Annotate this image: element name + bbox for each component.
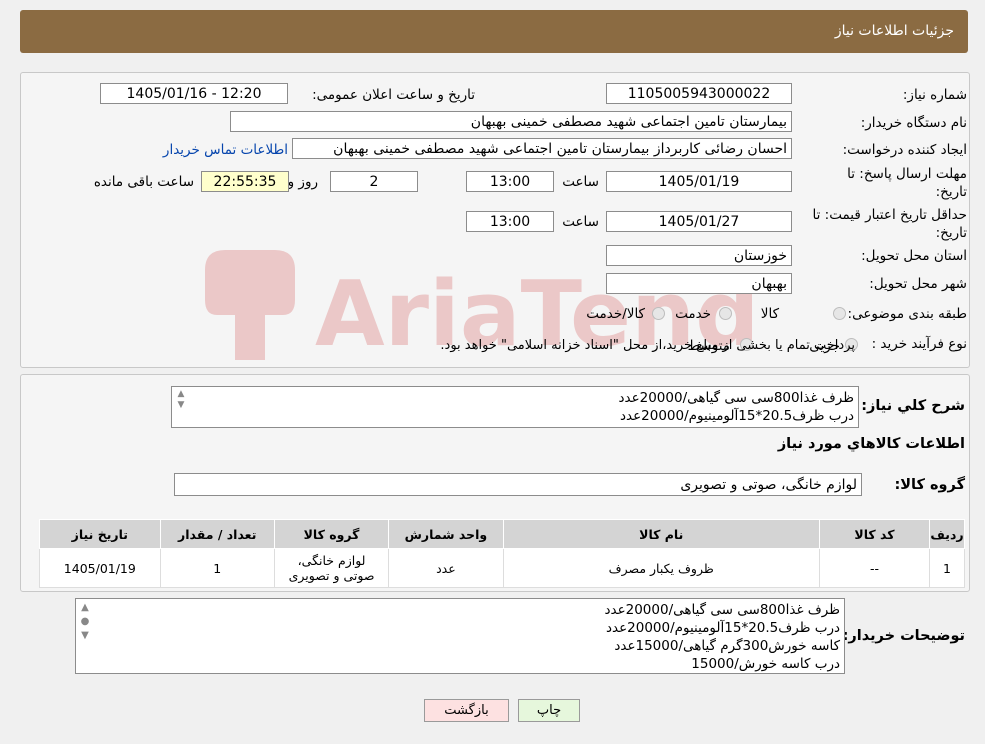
back-button[interactable]: بازگشت bbox=[424, 699, 509, 722]
buyer-notes-textarea[interactable]: ظرف غذا800سی سی گیاهی/20000عدد درب ظرف20… bbox=[75, 598, 845, 674]
cell-row: 1 bbox=[929, 548, 965, 588]
buyer-notes-line: درب ظرف20.5*15آلومینیوم/20000عدد bbox=[605, 620, 840, 636]
summary-scrollbar[interactable]: ▲ ▼ bbox=[174, 389, 188, 411]
goods-group-field: لوازم خانگی، صوتی و تصویری bbox=[174, 473, 862, 496]
category-radio-service[interactable] bbox=[719, 307, 732, 320]
col-qty: تعداد / مقدار bbox=[159, 519, 275, 549]
page-header: جزئیات اطلاعات نیاز bbox=[20, 10, 968, 53]
buyer-notes-label: توضیحات خریدار: bbox=[842, 628, 965, 644]
col-unit: واحد شمارش bbox=[388, 519, 504, 549]
buyer-org-field: بیمارستان تامین اجتماعی شهید مصطفی خمینی… bbox=[230, 111, 792, 132]
cell-unit: عدد bbox=[388, 548, 504, 588]
goods-table-header: رديف کد کالا نام کالا واحد شمارش گروه کا… bbox=[39, 519, 965, 549]
creator-field: احسان رضائی کاربرداز بیمارستان تامین اجت… bbox=[292, 138, 792, 159]
print-button[interactable]: چاپ bbox=[518, 699, 580, 722]
deadline-date-field: 1405/01/19 bbox=[606, 171, 792, 192]
deadline-label-date: تاریخ: bbox=[935, 184, 967, 200]
col-row: رديف bbox=[929, 519, 965, 549]
announce-field: 1405/01/16 - 12:20 bbox=[100, 83, 288, 104]
goods-group-label: گروه کالا: bbox=[894, 477, 965, 493]
city-label: شهر محل تحویل: bbox=[869, 276, 967, 292]
deadline-time-field: 13:00 bbox=[466, 171, 554, 192]
announce-label: تاریخ و ساعت اعلان عمومی: bbox=[312, 87, 475, 103]
col-code: کد کالا bbox=[818, 519, 931, 549]
summary-line: درب ظرف20.5*15آلومینیوم/20000عدد bbox=[619, 408, 854, 424]
deadline-label: مهلت ارسال پاسخ: تا bbox=[847, 166, 967, 182]
cell-group: لوازم خانگی، صوتی و تصویری bbox=[273, 548, 390, 588]
need-number-field: 1105005943000022 bbox=[606, 83, 792, 104]
validity-time-label: ساعت bbox=[562, 214, 599, 230]
col-date: تاریخ نیاز bbox=[39, 519, 161, 549]
buyer-org-label: نام دستگاه خریدار: bbox=[860, 115, 967, 131]
process-note: پرداخت تمام یا بخشی از مبلغ خرید،از محل … bbox=[440, 338, 855, 353]
city-field: بهبهان bbox=[606, 273, 792, 294]
validity-label: حداقل تاریخ اعتبار قیمت: تا bbox=[812, 207, 967, 223]
category-radio-goods-service[interactable] bbox=[652, 307, 665, 320]
cell-qty: 1 bbox=[159, 548, 275, 588]
buyer-notes-line: ظرف غذا800سی سی گیاهی/20000عدد bbox=[604, 602, 840, 618]
summary-line: ظرف غذا800سی سی گیاهی/20000عدد bbox=[618, 390, 854, 406]
goods-table: رديف کد کالا نام کالا واحد شمارش گروه کا… bbox=[39, 519, 965, 588]
category-radio-goods[interactable] bbox=[833, 307, 846, 320]
province-field: خوزستان bbox=[606, 245, 792, 266]
buyer-notes-scrollbar[interactable]: ▲ ● ▼ bbox=[78, 601, 92, 643]
cell-group-line: صوتی و تصویری bbox=[288, 568, 375, 583]
table-row: 1 -- ظروف یکبار مصرف عدد لوازم خانگی، صو… bbox=[39, 548, 965, 588]
process-label: نوع فرآیند خرید : bbox=[871, 336, 967, 352]
need-number-label: شماره نیاز: bbox=[902, 87, 967, 103]
cell-name: ظروف یکبار مصرف bbox=[502, 548, 820, 588]
buyer-contact-link[interactable]: اطلاعات تماس خریدار bbox=[163, 142, 288, 158]
category-service-label: خدمت bbox=[675, 306, 711, 322]
remaining-time-field: 22:55:35 bbox=[201, 171, 289, 192]
buyer-notes-line: کاسه خورش300گرم گیاهی/15000عدد bbox=[614, 638, 840, 654]
validity-date-field: 1405/01/27 bbox=[606, 211, 792, 232]
cell-code: -- bbox=[818, 548, 931, 588]
days-field: 2 bbox=[330, 171, 418, 192]
category-goods-service-label: کالا/خدمت bbox=[586, 306, 645, 322]
category-label: طبقه بندی موضوعی: bbox=[847, 306, 967, 322]
page-title: جزئیات اطلاعات نیاز bbox=[834, 23, 954, 39]
summary-textarea[interactable]: ظرف غذا800سی سی گیاهی/20000عدد درب ظرف20… bbox=[171, 386, 859, 428]
col-name: نام کالا bbox=[502, 519, 820, 549]
province-label: استان محل تحویل: bbox=[861, 248, 967, 264]
summary-label: شرح کلي نياز: bbox=[861, 398, 965, 414]
remaining-label: ساعت باقی مانده bbox=[93, 174, 194, 190]
goods-section-title: اطلاعات کالاهاي مورد نياز bbox=[777, 436, 965, 452]
creator-label: ایجاد کننده درخواست: bbox=[842, 142, 967, 158]
cell-date: 1405/01/19 bbox=[39, 548, 161, 588]
cell-group-line: لوازم خانگی، bbox=[297, 553, 366, 568]
validity-label-date: تاریخ: bbox=[935, 225, 967, 241]
category-goods-label: کالا bbox=[760, 306, 779, 322]
deadline-time-label: ساعت bbox=[562, 174, 599, 190]
days-label: روز و bbox=[287, 174, 318, 190]
col-group: گروه کالا bbox=[273, 519, 390, 549]
buyer-notes-line: درب کاسه خورش/15000 bbox=[691, 656, 840, 672]
validity-time-field: 13:00 bbox=[466, 211, 554, 232]
